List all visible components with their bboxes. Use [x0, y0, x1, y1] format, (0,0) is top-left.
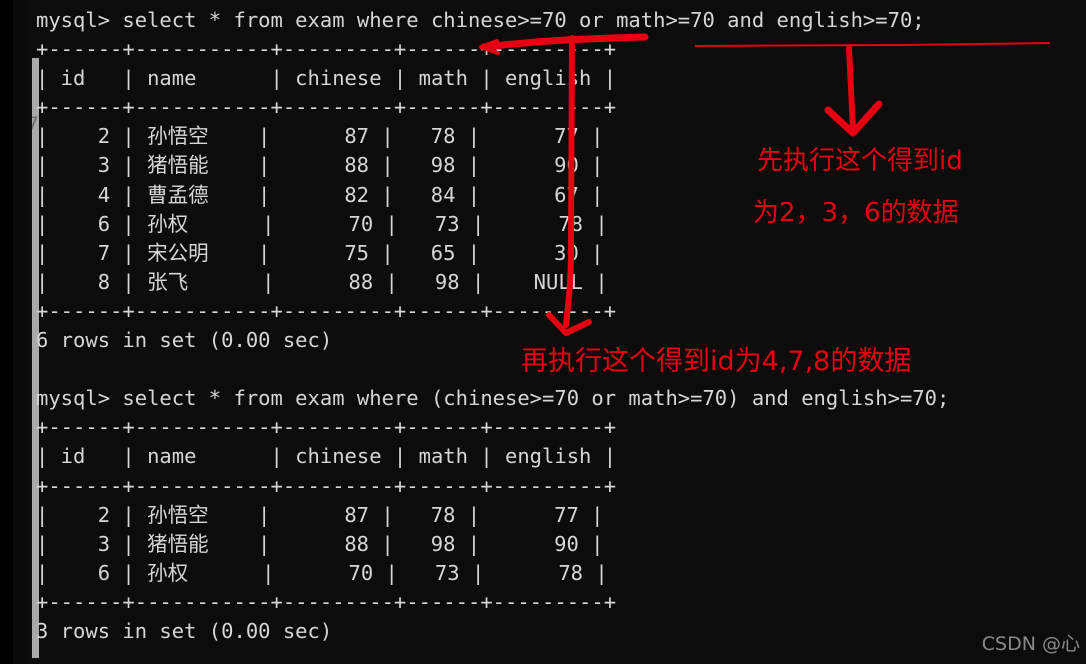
- annotation-note1-line2: 为2，3，6的数据: [753, 198, 959, 228]
- terminal-line: | 7 | 宋公明 | 75 | 65 | 30 |: [36, 240, 604, 265]
- csdn-watermark: CSDN @心: [981, 633, 1080, 655]
- terminal-line: | 6 | 孙权 | 70 | 73 | 78 |: [36, 560, 608, 585]
- terminal-line: | 2 | 孙悟空 | 87 | 78 | 77 |: [36, 502, 604, 527]
- terminal-line: +------+-----------+---------+------+---…: [36, 37, 617, 62]
- annotation-note1-line1: 先执行这个得到id: [757, 146, 963, 176]
- terminal-output[interactable]: mysql> select * from exam where chinese>…: [36, 6, 1082, 646]
- terminal-line: | 8 | 张飞 | 88 | 98 | NULL |: [36, 269, 608, 294]
- terminal-line: +------+-----------+---------+------+---…: [36, 473, 617, 498]
- watermark-container: CSDN @心: [926, 620, 1086, 664]
- terminal-line: | id | name | chinese | math | english |: [36, 66, 617, 91]
- terminal-line: +------+-----------+---------+------+---…: [36, 589, 617, 614]
- terminal-line: +------+-----------+---------+------+---…: [36, 415, 617, 440]
- terminal-screenshot: 7 mysql> select * from exam where chines…: [0, 0, 1086, 664]
- terminal-line: +------+-----------+---------+------+---…: [36, 95, 617, 120]
- terminal-line: mysql> select * from exam where (chinese…: [36, 386, 950, 411]
- terminal-line: | 3 | 猪悟能 | 88 | 98 | 90 |: [36, 531, 604, 556]
- left-gutter: [0, 0, 13, 664]
- vertical-scrollbar-track[interactable]: 7: [13, 0, 39, 664]
- terminal-line: +------+-----------+---------+------+---…: [36, 298, 617, 323]
- annotation-note2: 再执行这个得到id为4,7,8的数据: [521, 346, 912, 377]
- terminal-line: mysql> select * from exam where chinese>…: [36, 8, 925, 32]
- terminal-line: | id | name | chinese | math | english |: [36, 444, 617, 469]
- terminal-left-edge: [27, 0, 32, 664]
